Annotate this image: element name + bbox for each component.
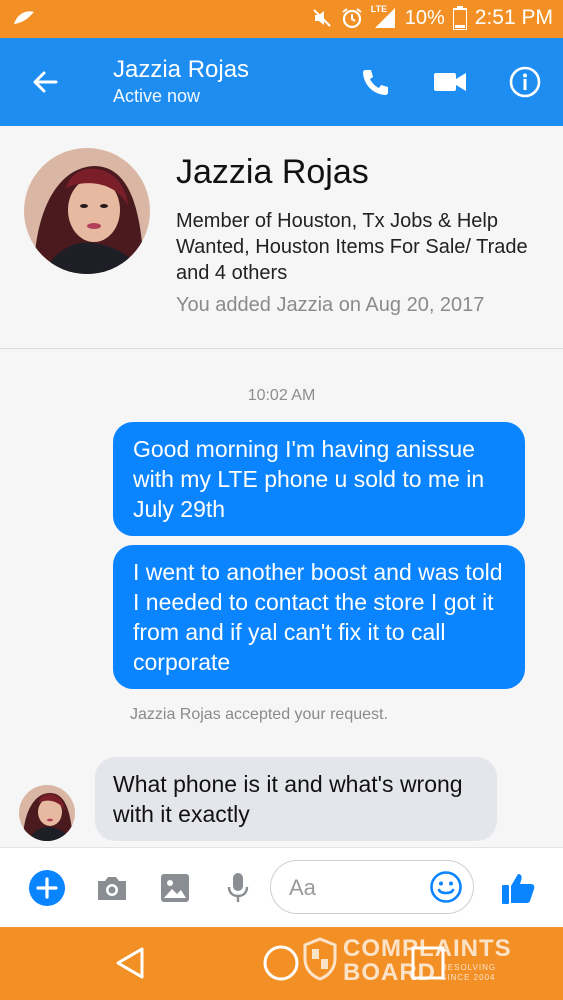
header-title-block[interactable]: Jazzia Rojas Active now bbox=[113, 56, 249, 108]
sender-avatar[interactable] bbox=[19, 785, 75, 841]
message-composer bbox=[0, 847, 563, 928]
phone-icon bbox=[363, 70, 388, 95]
video-call-button[interactable] bbox=[430, 62, 470, 102]
emoji-icon bbox=[430, 871, 462, 903]
contact-profile-card: Jazzia Rojas Member of Houston, Tx Jobs … bbox=[0, 126, 563, 349]
watermark-line-2: BOARD bbox=[343, 959, 436, 986]
info-button[interactable] bbox=[505, 62, 545, 102]
presence-status: Active now bbox=[113, 86, 201, 106]
triangle-back-icon bbox=[116, 947, 144, 979]
video-camera-icon bbox=[434, 73, 466, 91]
shield-logo-icon bbox=[303, 937, 337, 981]
mute-icon bbox=[313, 9, 331, 27]
watermark-tag-1: RESOLVING bbox=[441, 963, 497, 972]
camera-icon bbox=[98, 877, 126, 900]
like-button[interactable] bbox=[498, 868, 538, 908]
profile-name: Jazzia Rojas bbox=[176, 153, 369, 191]
microphone-icon bbox=[227, 873, 249, 902]
watermark-tag-2: SINCE 2004 bbox=[441, 973, 496, 982]
message-input-wrapper bbox=[270, 860, 474, 914]
outgoing-message[interactable]: Good morning I'm having anissue with my … bbox=[113, 422, 525, 536]
request-accepted-note: Jazzia Rojas accepted your request. bbox=[130, 706, 388, 723]
profile-added-note: You added Jazzia on Aug 20, 2017 bbox=[176, 294, 485, 316]
conversation-header: Jazzia Rojas Active now bbox=[0, 38, 563, 126]
notification-app-icon bbox=[14, 11, 34, 24]
clock: 2:51 PM bbox=[474, 6, 553, 29]
system-nav-bar: COMPLAINTS BOARD RESOLVING SINCE 2004 bbox=[0, 927, 563, 1000]
incoming-message[interactable]: What phone is it and what's wrong with i… bbox=[95, 757, 497, 841]
thumbs-up-icon bbox=[502, 874, 535, 904]
header-contact-name: Jazzia Rojas bbox=[113, 56, 250, 83]
battery-icon bbox=[452, 6, 467, 30]
info-icon bbox=[509, 66, 541, 98]
profile-description: Member of Houston, Tx Jobs & Help Wanted… bbox=[176, 210, 528, 284]
watermark-tagline: RESOLVING SINCE 2004 bbox=[441, 963, 521, 983]
more-actions-button[interactable] bbox=[27, 868, 67, 908]
nav-back-button[interactable] bbox=[112, 945, 148, 986]
message-input[interactable] bbox=[287, 873, 421, 903]
back-button[interactable] bbox=[26, 62, 66, 102]
nav-home-button[interactable] bbox=[262, 944, 300, 987]
outgoing-message[interactable]: I went to another boost and was told I n… bbox=[113, 545, 525, 689]
battery-percent: 10% bbox=[404, 6, 445, 29]
camera-button[interactable] bbox=[92, 868, 132, 908]
signal-icon: LTE bbox=[371, 4, 397, 30]
plus-icon bbox=[29, 870, 65, 906]
voice-message-button[interactable] bbox=[218, 868, 258, 908]
circle-home-icon bbox=[263, 945, 299, 981]
profile-avatar[interactable] bbox=[24, 148, 150, 274]
message-timestamp: 10:02 AM bbox=[247, 387, 316, 404]
voice-call-button[interactable] bbox=[355, 62, 395, 102]
gallery-button[interactable] bbox=[155, 868, 195, 908]
alarm-icon bbox=[342, 8, 362, 29]
arrow-back-icon bbox=[33, 71, 58, 93]
emoji-button[interactable] bbox=[429, 870, 463, 904]
message-thread[interactable]: 10:02 AM Good morning I'm having anissue… bbox=[0, 349, 563, 847]
status-bar: LTE 10% 2:51 PM bbox=[0, 0, 563, 38]
image-icon bbox=[161, 874, 189, 902]
